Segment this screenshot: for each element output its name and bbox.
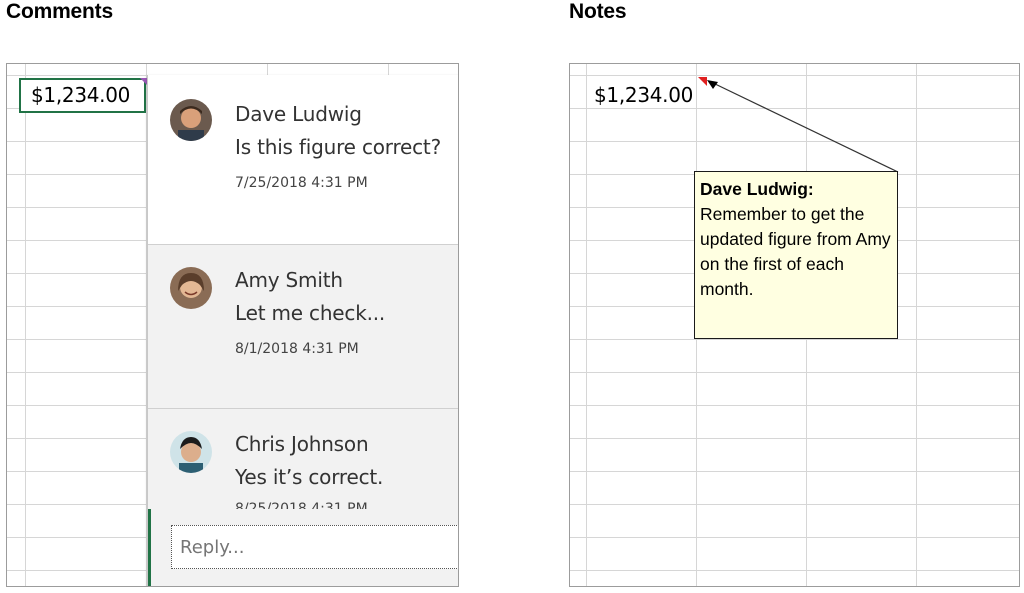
comment-date: 7/25/2018 4:31 PM bbox=[235, 175, 368, 191]
comment-thread: Dave Ludwig Is this figure correct? 7/25… bbox=[147, 75, 458, 586]
comment-item[interactable]: Chris Johnson Yes it’s correct. 8/25/201… bbox=[148, 409, 458, 509]
avatar bbox=[170, 99, 212, 141]
avatar bbox=[170, 267, 212, 309]
comment-text: Yes it’s correct. bbox=[235, 465, 384, 489]
comment-date: 8/1/2018 4:31 PM bbox=[235, 341, 359, 357]
comment-author: Amy Smith bbox=[235, 268, 343, 292]
comment-indicator-icon bbox=[140, 78, 147, 85]
comment-text: Let me check... bbox=[235, 301, 386, 325]
note-box[interactable]: Dave Ludwig: Remember to get the updated… bbox=[694, 171, 898, 339]
comments-spreadsheet[interactable]: $1,234.00 Dave Ludwig Is this figure cor… bbox=[6, 63, 459, 587]
comments-heading: Comments bbox=[6, 0, 113, 23]
comment-date: 8/25/2018 4:31 PM bbox=[235, 501, 368, 509]
reply-area bbox=[148, 509, 458, 586]
comment-author: Dave Ludwig bbox=[235, 102, 362, 126]
note-author: Dave Ludwig: bbox=[700, 179, 814, 199]
selected-cell[interactable]: $1,234.00 bbox=[19, 78, 146, 113]
reply-input[interactable] bbox=[171, 525, 458, 569]
notes-heading: Notes bbox=[569, 0, 627, 23]
notes-spreadsheet[interactable]: $1,234.00 Dave Ludwig: Remember to get t… bbox=[569, 63, 1020, 587]
comment-author: Chris Johnson bbox=[235, 432, 369, 456]
avatar bbox=[170, 431, 212, 473]
note-text: Remember to get the updated figure from … bbox=[700, 204, 891, 299]
comment-item[interactable]: Dave Ludwig Is this figure correct? 7/25… bbox=[148, 75, 458, 245]
comment-text: Is this figure correct? bbox=[235, 135, 441, 159]
comment-item[interactable]: Amy Smith Let me check... 8/1/2018 4:31 … bbox=[148, 245, 458, 409]
